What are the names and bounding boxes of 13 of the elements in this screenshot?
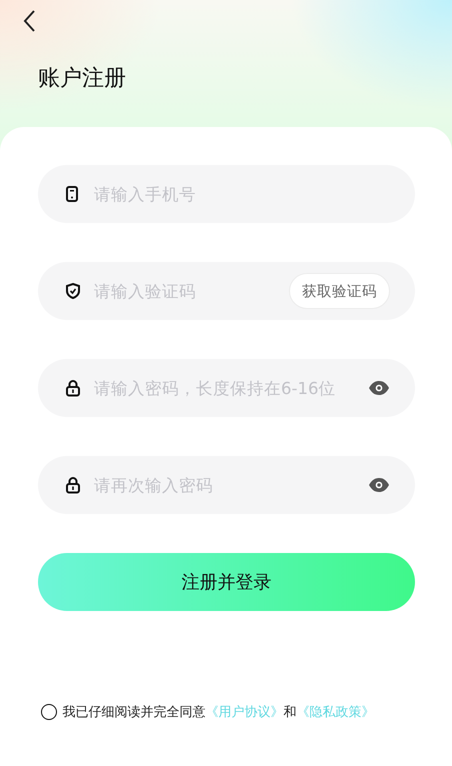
lock-icon: [66, 476, 80, 494]
agreement-text: 我已仔细阅读并完全同意: [62, 704, 206, 721]
and-text: 和: [284, 704, 296, 721]
back-icon[interactable]: [22, 9, 36, 33]
register-login-button[interactable]: 注册并登录: [38, 553, 415, 611]
shield-check-icon: [66, 283, 80, 299]
get-code-button[interactable]: 获取验证码: [289, 273, 390, 309]
eye-icon[interactable]: [369, 478, 389, 492]
eye-icon[interactable]: [369, 381, 389, 395]
lock-icon: [66, 380, 80, 396]
phone-icon: [66, 186, 78, 202]
agree-radio[interactable]: [40, 704, 56, 720]
page-title: 账户注册: [38, 65, 127, 93]
